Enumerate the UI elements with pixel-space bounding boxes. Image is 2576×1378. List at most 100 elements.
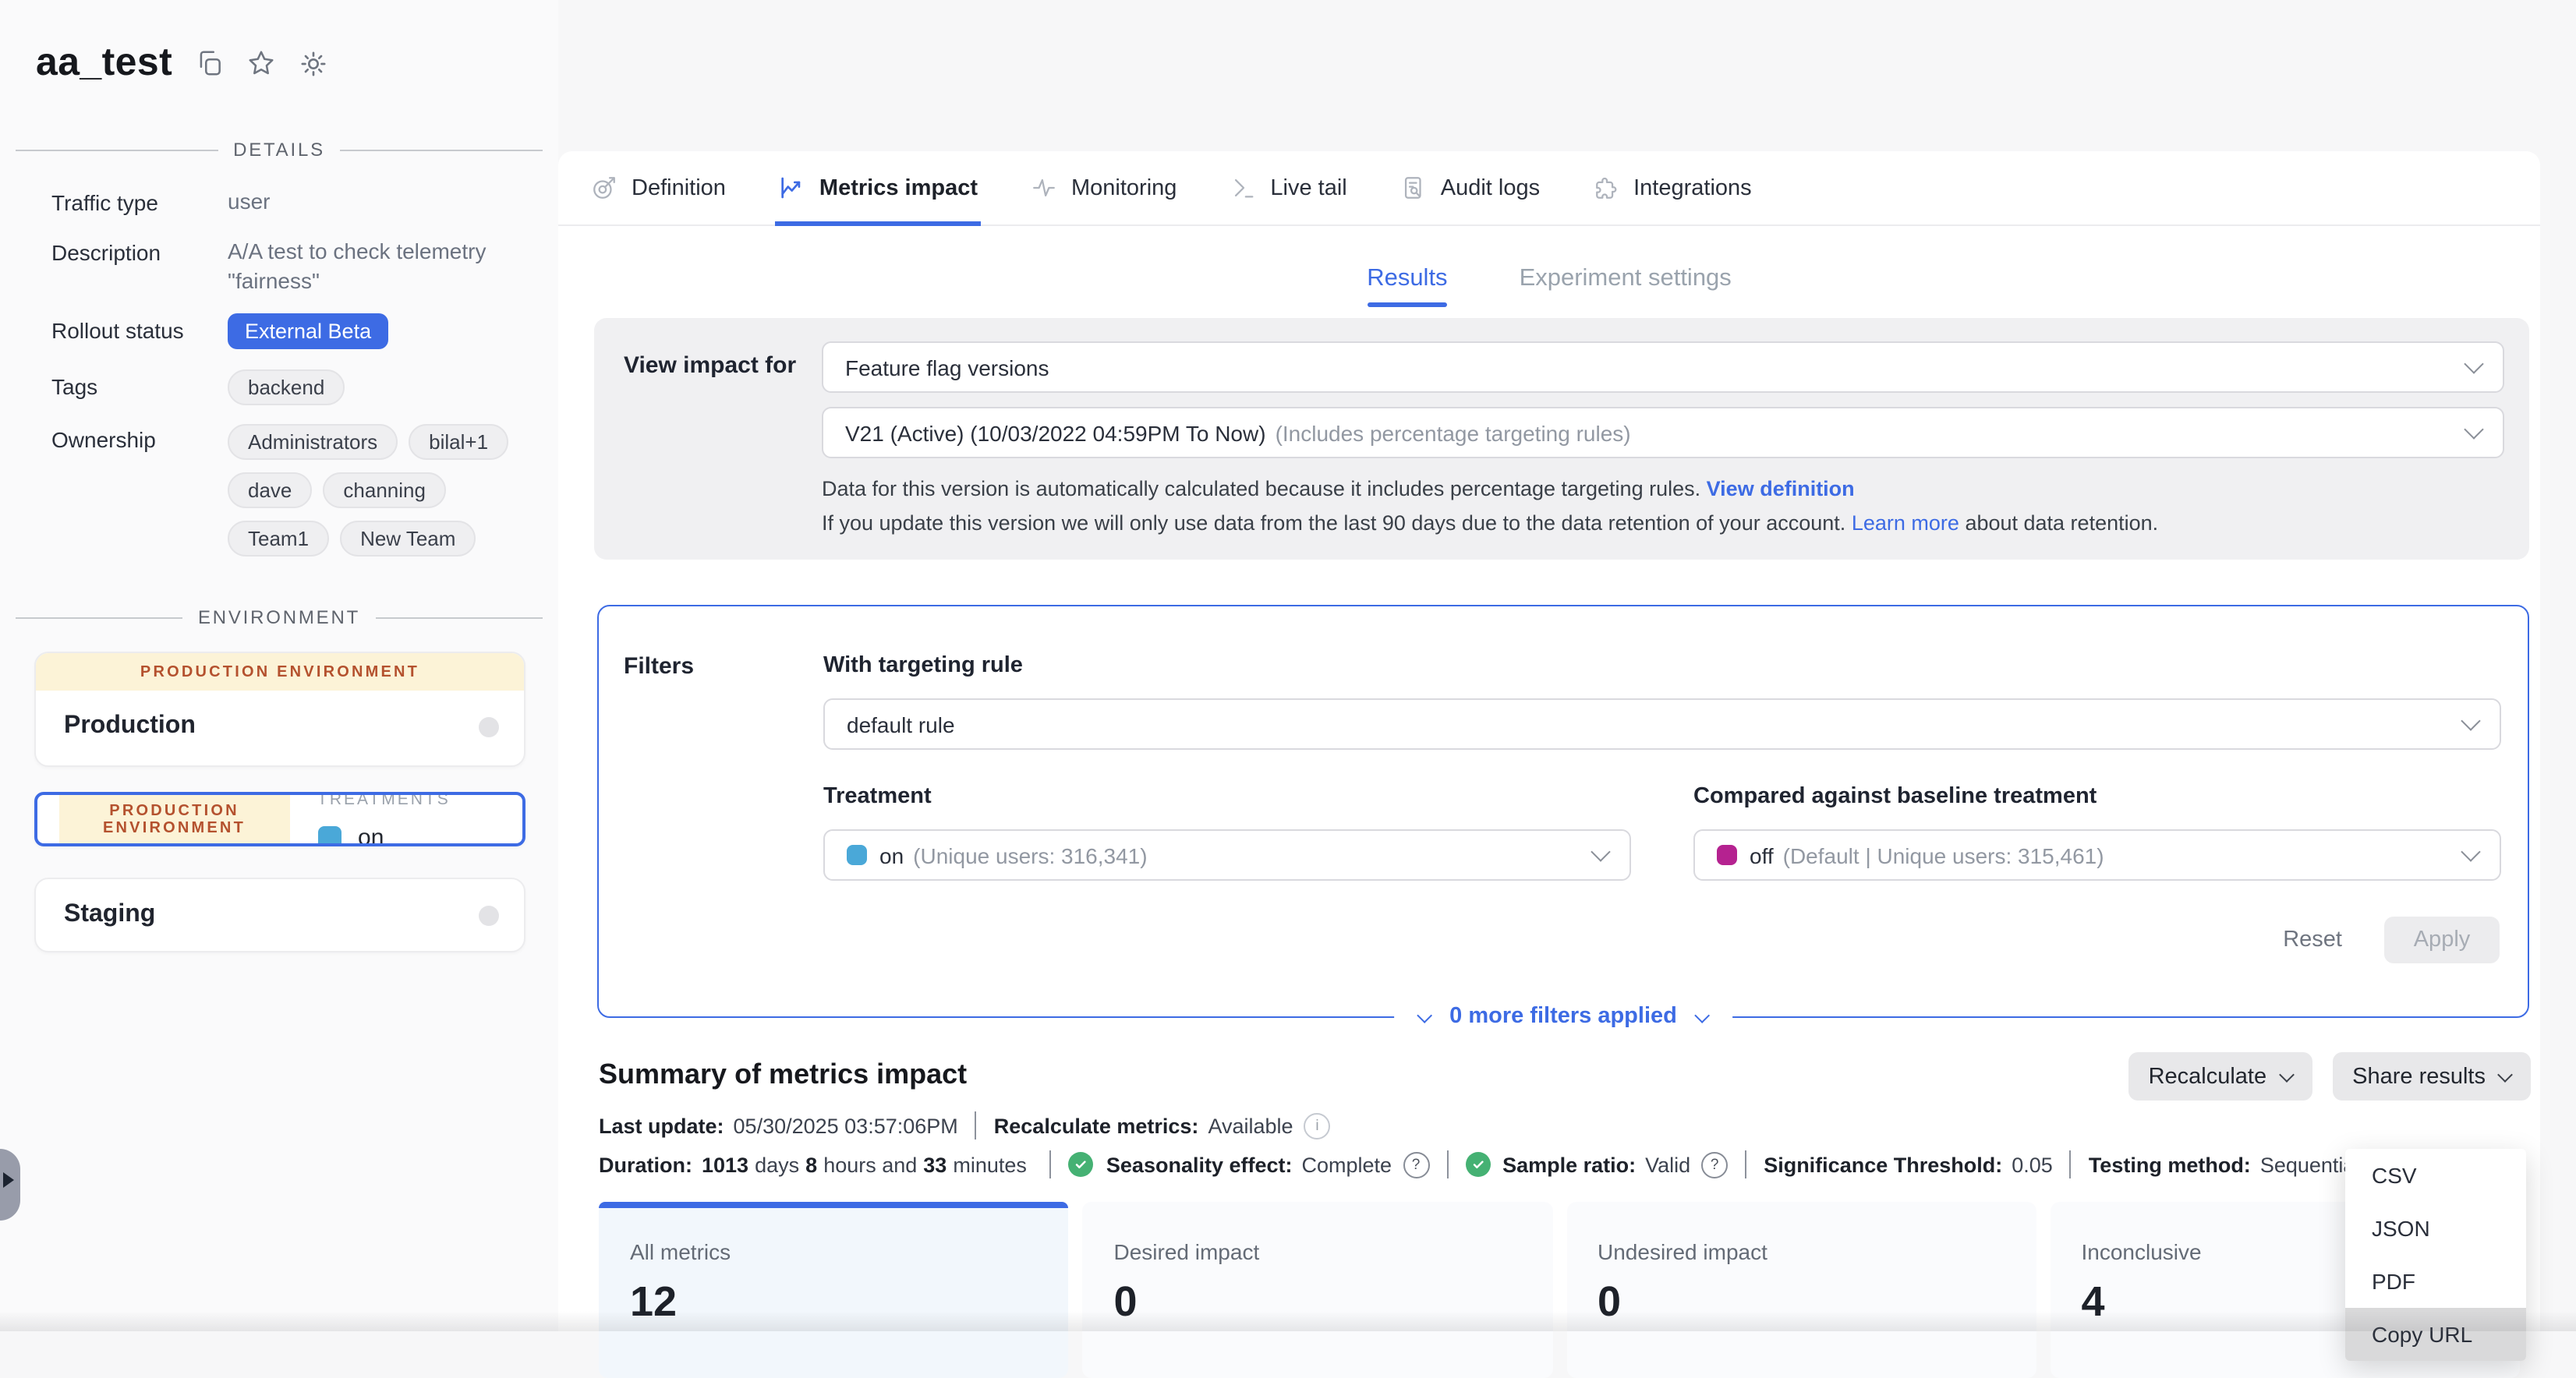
chevron-down-icon [2464, 419, 2483, 439]
tags-row: Tags backend [0, 369, 558, 405]
chevron-down-icon [2461, 842, 2480, 861]
last-update-line: Last update: 05/30/2025 03:57:06PM Recal… [599, 1111, 2520, 1140]
impact-type-select[interactable]: Feature flag versions [822, 341, 2504, 393]
menu-item-csv[interactable]: CSV [2345, 1149, 2526, 1202]
copy-icon[interactable] [194, 48, 224, 78]
owner-pill: bilal+1 [409, 424, 508, 460]
recalculate-button[interactable]: Recalculate [2128, 1052, 2312, 1101]
more-filters-toggle[interactable]: 0 more filters applied [1393, 998, 1733, 1035]
tab-live-tail[interactable]: Live tail [1230, 151, 1346, 224]
tab-bar: Definition Metrics impact Monitoring Liv… [558, 151, 2540, 226]
tags-label: Tags [51, 371, 228, 404]
star-icon[interactable] [246, 48, 275, 78]
subtab-experiment-settings[interactable]: Experiment settings [1520, 265, 1732, 293]
treatment-off-chip [1717, 845, 1737, 865]
details-section-header: DETAILS [16, 139, 543, 161]
status-dot-production [479, 716, 499, 737]
filters-section: Filters With targeting rule default rule… [597, 605, 2529, 1018]
menu-item-pdf[interactable]: PDF [2345, 1255, 2526, 1308]
owner-pill: channing [323, 472, 446, 508]
metric-card-desired-impact[interactable]: Desired impact 0 [1083, 1202, 1553, 1378]
chevron-down-icon [2464, 354, 2483, 373]
status-dot-staging [479, 905, 499, 925]
env-name-production: Production [64, 712, 479, 740]
traffic-type-value: user [228, 187, 536, 217]
tab-metrics-impact[interactable]: Metrics impact [779, 151, 978, 224]
treatment-label: Treatment [823, 784, 1631, 809]
chevron-down-icon [2497, 1067, 2513, 1083]
description-row: Description A/A test to check telemetry … [0, 237, 558, 296]
help-icon: ? [1403, 1151, 1429, 1178]
share-results-button[interactable]: Share results [2332, 1052, 2531, 1101]
targeting-rule-label: With targeting rule [823, 653, 2501, 678]
env-card-production[interactable]: PRODUCTION ENVIRONMENT Production [34, 652, 525, 767]
version-select[interactable]: V21 (Active) (10/03/2022 04:59PM To Now)… [822, 407, 2504, 458]
treatment-select[interactable]: on (Unique users: 316,341) [823, 829, 1631, 881]
rollout-status-badge: External Beta [228, 313, 388, 349]
baseline-select[interactable]: off (Default | Unique users: 315,461) [1693, 829, 2501, 881]
chevron-down-icon [2461, 711, 2480, 730]
learn-more-link[interactable]: Learn more [1852, 511, 1959, 535]
environment-section-header: ENVIRONMENT [16, 606, 543, 628]
subtab-results[interactable]: Results [1367, 265, 1447, 293]
traffic-type-label: Traffic type [51, 187, 228, 220]
rollout-status-row: Rollout status External Beta [0, 313, 558, 349]
sidebar: aa_test DETAILS Traffic type user Descri… [0, 0, 558, 1331]
description-value: A/A test to check telemetry "fairness" [228, 237, 505, 296]
traffic-type-row: Traffic type user [0, 187, 558, 220]
retention-info-text: If you update this version we will only … [822, 511, 1845, 535]
retention-info-suffix: about data retention. [1965, 511, 2158, 535]
chevron-down-icon [1416, 1007, 1431, 1023]
tab-definition[interactable]: Definition [591, 151, 726, 224]
chevron-down-icon [1591, 842, 1610, 861]
chevron-down-icon [2278, 1067, 2294, 1083]
details-label: DETAILS [233, 139, 325, 161]
metric-card-undesired-impact[interactable]: Undesired impact 0 [1566, 1202, 2036, 1378]
rollout-status-label: Rollout status [51, 315, 228, 348]
view-impact-label: View impact for [624, 341, 822, 541]
tab-monitoring[interactable]: Monitoring [1031, 151, 1177, 224]
view-impact-section: View impact for Feature flag versions V2… [594, 318, 2529, 560]
bottom-scroll-fade [0, 1311, 2576, 1331]
main-panel: Definition Metrics impact Monitoring Liv… [558, 151, 2540, 1331]
environment-label: ENVIRONMENT [198, 606, 360, 628]
results-subtabs: Results Experiment settings [558, 265, 2540, 293]
ownership-row: Ownership Administrators bilal+1 dave chann… [0, 424, 558, 569]
sidebar-expand-handle[interactable] [0, 1149, 20, 1221]
ownership-label: Ownership [51, 424, 228, 457]
description-label: Description [51, 237, 228, 270]
gear-icon[interactable] [297, 48, 328, 79]
apply-button[interactable]: Apply [2384, 917, 2500, 963]
tab-audit-logs[interactable]: Audit logs [1400, 151, 1540, 224]
env-card-preview[interactable]: PRODUCTION ENVIRONMENT Preview TREATMENT… [34, 792, 525, 846]
treatment-on-chip [847, 845, 867, 865]
summary-section: Summary of metrics impact Recalculate Sh… [599, 1058, 2520, 1178]
env-card-staging[interactable]: Staging [34, 878, 525, 952]
treatment-on-label: on [358, 824, 384, 846]
treatment-on-chip [317, 825, 341, 846]
view-definition-link[interactable]: View definition [1707, 477, 1855, 500]
version-info-text: Data for this version is automatically c… [822, 477, 1700, 500]
chevron-down-icon [1695, 1007, 1711, 1023]
tag-pill: backend [228, 369, 345, 405]
production-env-banner: PRODUCTION ENVIRONMENT [36, 653, 524, 691]
metric-card-all-metrics[interactable]: All metrics 12 [599, 1202, 1069, 1378]
help-icon: ? [1701, 1151, 1728, 1178]
check-circle-icon [1465, 1152, 1490, 1177]
preview-env-banner: PRODUCTION ENVIRONMENT [59, 792, 289, 846]
menu-item-json[interactable]: JSON [2345, 1202, 2526, 1255]
info-icon: i [1304, 1112, 1331, 1139]
reset-button[interactable]: Reset [2283, 928, 2342, 952]
owner-pill: dave [228, 472, 312, 508]
owner-pill: New Team [340, 521, 476, 556]
tab-integrations[interactable]: Integrations [1593, 151, 1752, 224]
treatment-on-row: on [317, 824, 476, 846]
page-title: aa_test [36, 41, 172, 86]
treatments-label: TREATMENTS [317, 792, 476, 808]
targeting-rule-select[interactable]: default rule [823, 698, 2501, 750]
filters-label: Filters [624, 653, 823, 963]
duration-line: Duration: 1013 days 8 hours and 33 minut… [599, 1150, 2520, 1178]
owner-pill: Team1 [228, 521, 329, 556]
baseline-label: Compared against baseline treatment [1693, 784, 2501, 809]
owner-pill: Administrators [228, 424, 398, 460]
